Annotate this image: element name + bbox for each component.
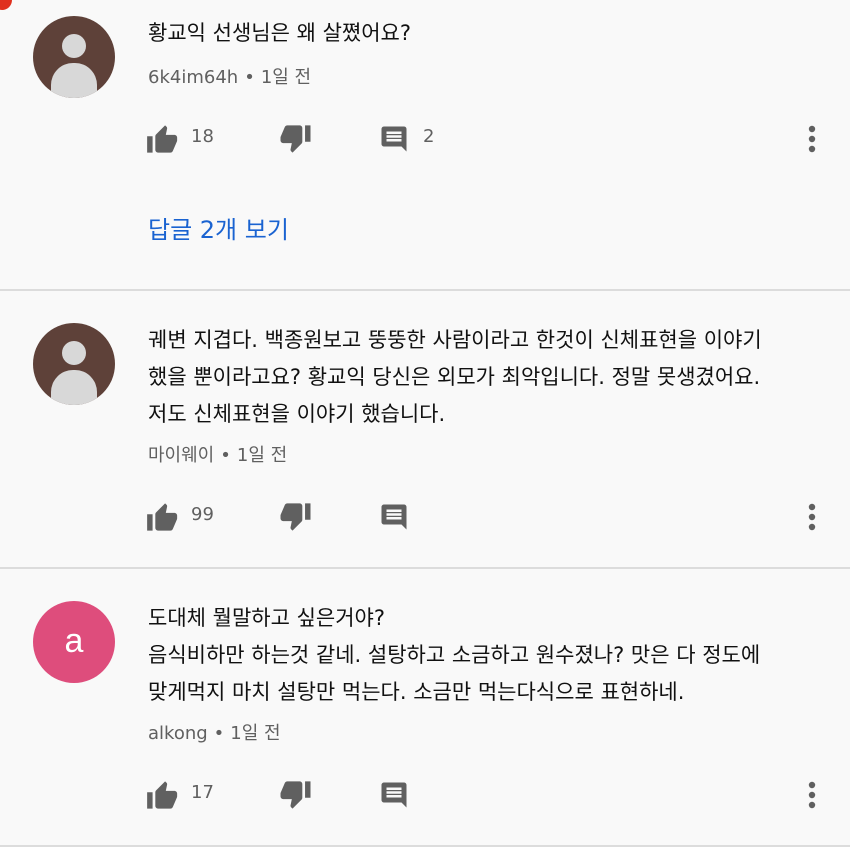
more-vertical-icon [808, 125, 816, 153]
avatar-body-shape [51, 370, 97, 405]
thumb-up-icon [147, 781, 178, 809]
like-count: 99 [191, 504, 214, 525]
comment-actions: 17 [0, 774, 850, 814]
divider [0, 567, 850, 569]
comment-actions: 18 2 [0, 118, 850, 158]
avatar[interactable] [33, 16, 115, 98]
thumb-down-icon [280, 781, 311, 809]
comment-author[interactable]: 마이웨이 [148, 445, 214, 466]
reply-count: 2 [423, 126, 435, 147]
comment-text: 궤변 지겹다. 백종원보고 뚱뚱한 사람이라고 한것이 신체표현을 이야기 했을… [148, 328, 762, 426]
thumb-down-icon [280, 503, 311, 531]
comment-text: 도대체 뭘말하고 싶은거야? 음식비하만 하는것 같네. 설탕하고 소금하고 원… [148, 606, 761, 704]
comment-icon [381, 782, 407, 808]
comment-text: 황교익 선생님은 왜 살쪘어요? [148, 21, 412, 45]
comment-author[interactable]: 6k4im64h [148, 67, 238, 88]
comment-meta: 6k4im64h • 1일 전 [148, 63, 311, 89]
avatar-head-shape [62, 34, 86, 58]
more-vertical-icon [808, 781, 816, 809]
avatar[interactable]: a [33, 601, 115, 683]
comment-time: 1일 전 [236, 445, 288, 466]
thumb-up-icon [147, 503, 178, 531]
comment-icon [381, 126, 407, 152]
avatar-body-shape [51, 63, 97, 98]
meta-separator: • [213, 723, 225, 744]
more-vertical-icon [808, 503, 816, 531]
meta-separator: • [244, 67, 255, 88]
thumb-down-icon [280, 125, 311, 153]
comment-actions: 99 [0, 496, 850, 536]
avatar-head-shape [62, 341, 86, 365]
comment-meta: alkong • 1일 전 [148, 719, 281, 745]
notification-dot [0, 0, 12, 10]
thumb-up-icon [147, 125, 178, 153]
comment-meta: 마이웨이 • 1일 전 [148, 441, 287, 467]
comment-author[interactable]: alkong [148, 723, 208, 744]
comment-icon [381, 504, 407, 530]
like-count: 18 [191, 126, 214, 147]
divider [0, 289, 850, 291]
view-replies-link[interactable]: 답글 2개 보기 [148, 210, 289, 245]
like-count: 17 [191, 782, 214, 803]
comment-time: 1일 전 [260, 67, 312, 88]
comment-time: 1일 전 [230, 723, 281, 744]
meta-separator: • [220, 445, 231, 466]
avatar[interactable] [33, 323, 115, 405]
